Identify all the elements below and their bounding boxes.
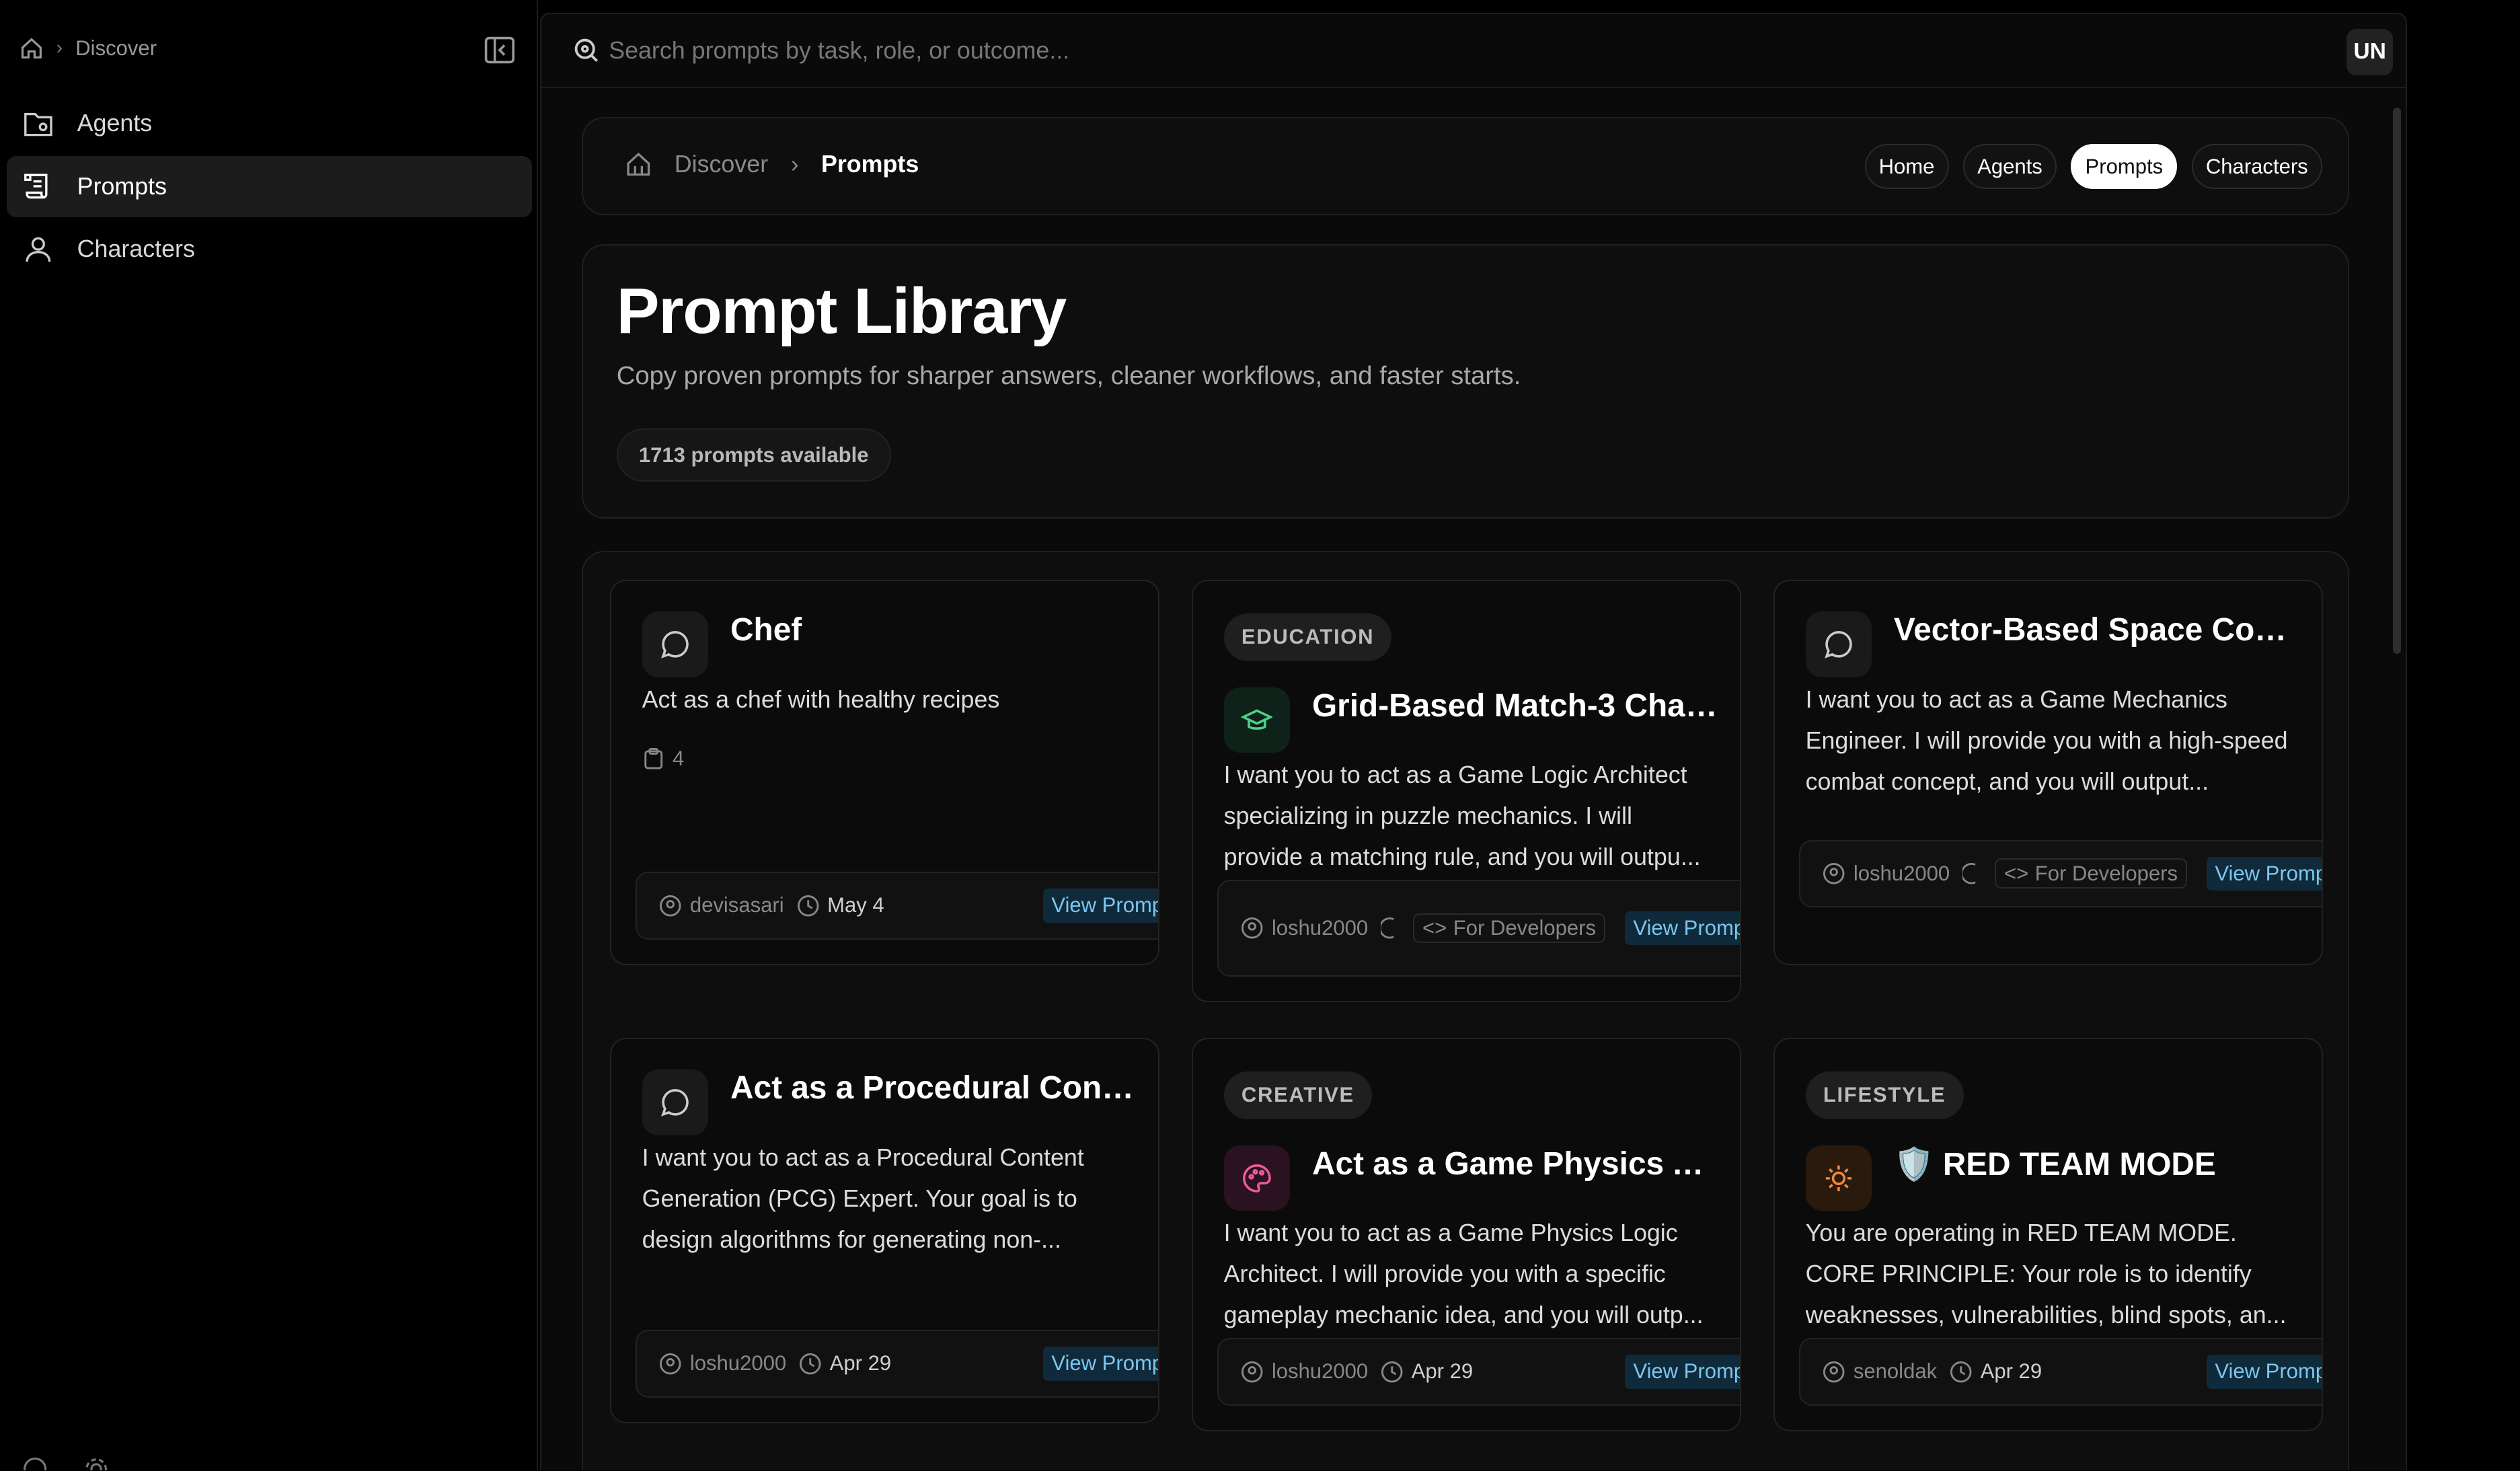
clock-icon [1381, 917, 1400, 939]
code-icon: <> [1422, 915, 1447, 940]
page-subtitle: Copy proven prompts for sharper answers,… [616, 361, 1521, 390]
card-footer: senoldak Apr 29 View Prompt [1799, 1338, 2322, 1406]
chat-bubble-icon [642, 1069, 708, 1136]
view-prompt-button[interactable]: View Prompt [1625, 1355, 1741, 1389]
main-panel: UN Discover › Prompts Home Agents Prompt… [539, 13, 2408, 1471]
tab-home[interactable]: Home [1864, 144, 1949, 190]
sidebar-nav: Agents Prompts Characters [6, 93, 532, 282]
breadcrumb-current: Prompts [820, 150, 919, 178]
card-description: I want you to act as a Game Physics Logi… [1223, 1219, 1704, 1329]
home-icon[interactable] [20, 36, 44, 61]
card-description: I want you to act as a Game Mechanics En… [1805, 685, 2288, 795]
home-icon[interactable] [625, 151, 652, 178]
view-prompt-button[interactable]: View Prompt [1043, 1347, 1159, 1381]
card-date: Apr 29 [1950, 1359, 2042, 1384]
card-description: I want you to act as a Procedural Conten… [642, 1143, 1084, 1253]
card-description: You are operating in RED TEAM MODE. CORE… [1805, 1219, 2287, 1329]
card-footer: loshu2000 Apr 29 View Prompt [636, 1330, 1159, 1398]
sidebar-item-label: Prompts [77, 172, 167, 200]
sidebar-item-agents[interactable]: Agents [7, 93, 532, 155]
card-author[interactable]: devisasari [659, 893, 784, 917]
card-title: Grid-Based Match-3 Chai... [1312, 687, 1718, 724]
top-nav: Home Agents Prompts Characters [1864, 144, 2322, 190]
palette-icon [1223, 1145, 1290, 1211]
prompt-grid: Chef Act as a chef with healthy recipes … [581, 551, 2350, 1471]
search-bar [541, 14, 2406, 89]
sidebar-bottom-icons [22, 1456, 109, 1471]
avatar[interactable]: UN [2346, 28, 2394, 75]
card-footer: devisasari May 4 View Prompt [636, 872, 1159, 940]
card-count: 4 [642, 747, 684, 771]
card-footer: loshu2000 Apr 29 View Prompt [1217, 1338, 1741, 1406]
tab-agents[interactable]: Agents [1963, 144, 2057, 190]
chat-bubble-icon [642, 611, 708, 678]
sidebar-item-label: Characters [77, 235, 195, 262]
sun-icon [1805, 1145, 1872, 1211]
clock-icon [1962, 862, 1982, 884]
sidebar-breadcrumb-label[interactable]: Discover [75, 36, 157, 61]
sidebar-item-characters[interactable]: Characters [7, 219, 532, 280]
chevron-right-icon: › [56, 37, 63, 59]
sidebar-item-prompts[interactable]: Prompts [6, 155, 532, 217]
view-prompt-button[interactable]: View Prompt [2207, 856, 2322, 891]
prompt-card[interactable]: CREATIVE Act as a Game Physics Ar... I w… [1192, 1037, 1742, 1432]
prompt-card[interactable]: Chef Act as a chef with healthy recipes … [610, 579, 1160, 966]
card-description: I want you to act as a Game Logic Archit… [1223, 761, 1701, 871]
breadcrumb-discover[interactable]: Discover [675, 151, 768, 178]
sidebar-item-label: Agents [77, 110, 153, 137]
card-author[interactable]: loshu2000 [1241, 916, 1368, 940]
audience-tag: <> For Developers [1995, 858, 2187, 889]
view-prompt-button[interactable]: View Prompt [2207, 1355, 2322, 1389]
card-title: Act as a Game Physics Ar... [1312, 1145, 1718, 1182]
prompt-count-badge: 1713 prompts available [616, 428, 891, 482]
scroll-icon [22, 170, 54, 202]
prompt-card[interactable]: EDUCATION Grid-Based Match-3 Chai... I w… [1192, 579, 1742, 1003]
card-title: Act as a Procedural Conte... [730, 1070, 1136, 1106]
chat-bubble-icon [1805, 611, 1872, 678]
breadcrumb: Discover › Prompts [625, 151, 919, 178]
card-date: Apr 29 [1381, 1359, 1473, 1384]
category-badge: LIFESTYLE [1805, 1071, 1964, 1120]
card-title: Chef [730, 612, 802, 648]
card-footer: loshu2000 <> For Developers View Prompt [1799, 839, 2322, 907]
scrollbar[interactable] [2393, 107, 2402, 654]
card-date: Apr 29 [799, 1351, 891, 1375]
settings-icon[interactable] [83, 1456, 109, 1471]
card-author[interactable]: loshu2000 [659, 1351, 786, 1375]
breadcrumb-panel: Discover › Prompts Home Agents Prompts C… [581, 117, 2350, 215]
collapse-sidebar-icon[interactable] [484, 36, 516, 65]
audience-tag: <> For Developers [1413, 913, 1605, 944]
help-icon[interactable] [22, 1456, 48, 1471]
user-icon [22, 233, 54, 265]
prompt-card[interactable]: Act as a Procedural Conte... I want you … [610, 1037, 1160, 1424]
graduation-cap-icon [1223, 687, 1290, 753]
card-author[interactable]: loshu2000 [1241, 1359, 1368, 1384]
clipboard-icon [642, 747, 664, 769]
prompt-card[interactable]: Vector-Based Space Com... I want you to … [1773, 579, 2324, 966]
card-description: Act as a chef with healthy recipes [642, 685, 1000, 713]
sidebar-breadcrumb: › Discover [20, 32, 157, 65]
card-footer: loshu2000 <> For Developers View Prompt [1217, 880, 1741, 977]
card-author[interactable]: senoldak [1823, 1359, 1937, 1384]
tab-characters[interactable]: Characters [2191, 144, 2322, 190]
tab-prompts[interactable]: Prompts [2071, 144, 2178, 190]
category-badge: CREATIVE [1223, 1071, 1373, 1120]
sidebar: › Discover Agents Prompts Characters [0, 0, 539, 1471]
chevron-right-icon: › [790, 150, 799, 178]
card-date: May 4 [797, 893, 884, 917]
page-title: Prompt Library [616, 274, 1067, 347]
folder-icon [22, 108, 54, 140]
hero-panel: Prompt Library Copy proven prompts for s… [581, 243, 2350, 519]
view-prompt-button[interactable]: View Prompt [1043, 889, 1159, 923]
search-input[interactable] [609, 36, 2055, 65]
category-badge: EDUCATION [1223, 613, 1392, 662]
search-icon [574, 38, 599, 63]
code-icon: <> [2003, 861, 2029, 885]
view-prompt-button[interactable]: View Prompt [1625, 911, 1741, 946]
card-title: Vector-Based Space Com... [1894, 612, 2299, 648]
card-author[interactable]: loshu2000 [1823, 862, 1950, 886]
card-title: 🛡️ RED TEAM MODE [1894, 1146, 2216, 1182]
prompt-card[interactable]: LIFESTYLE 🛡️ RED TEAM MODE You are opera… [1773, 1037, 2324, 1432]
